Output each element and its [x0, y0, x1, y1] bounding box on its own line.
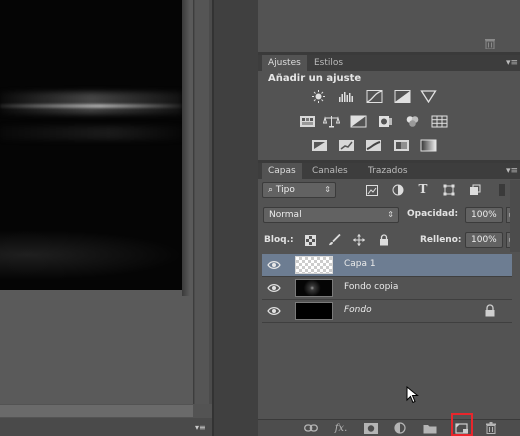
opacity-input[interactable]: 100% — [465, 207, 503, 223]
layer-filter-value: Tipo — [275, 185, 295, 195]
color-balance-icon[interactable] — [323, 115, 340, 128]
threshold-icon[interactable] — [365, 139, 382, 152]
canvas-shadow — [182, 0, 190, 296]
tab-canales[interactable]: Canales — [306, 163, 354, 179]
fill-label: Relleno: — [420, 235, 462, 245]
lock-paint-brush-icon[interactable] — [327, 233, 341, 247]
filter-shape-icon[interactable] — [442, 183, 456, 197]
lock-icon[interactable] — [484, 304, 496, 317]
invert-icon[interactable] — [311, 139, 328, 152]
eye-icon[interactable] — [267, 259, 281, 271]
opacity-value: 100% — [471, 210, 497, 220]
layer-row-fondo-copia[interactable]: Fondo copia — [262, 277, 512, 300]
vibrance-icon[interactable] — [299, 115, 316, 128]
filter-toggle-icon[interactable] — [497, 183, 507, 197]
lock-position-icon[interactable] — [352, 233, 366, 247]
opacity-label: Opacidad: — [407, 209, 459, 219]
posterize-icon[interactable] — [338, 139, 355, 152]
tab-ajustes[interactable]: Ajustes — [262, 55, 307, 71]
gradient-triangle-icon[interactable] — [420, 90, 437, 103]
layers-panel-scrollbar[interactable] — [510, 180, 520, 252]
adjustments-title: Añadir un ajuste — [268, 73, 362, 84]
adjustment-layer-icon[interactable] — [392, 421, 408, 435]
tab-trazados[interactable]: Trazados — [362, 163, 414, 179]
layers-tabbar: Capas Canales Trazados ▾≡ — [258, 163, 520, 179]
vertical-scrollbar-thumb[interactable] — [195, 0, 209, 404]
layer-name[interactable]: Capa 1 — [344, 259, 376, 269]
light-streak-core — [0, 104, 182, 108]
selective-color-icon[interactable] — [393, 139, 410, 152]
fx-icon[interactable]: fx. — [333, 421, 349, 435]
panel-menu-icon[interactable]: ▾≡ — [195, 424, 209, 432]
lock-label: Bloq.: — [264, 235, 294, 245]
blend-mode-value: Normal — [269, 210, 302, 220]
brightness-contrast-icon[interactable] — [310, 90, 327, 103]
layer-name[interactable]: Fondo copia — [344, 282, 398, 292]
dropdown-arrow-icon: ⇕ — [387, 210, 394, 219]
fill-value: 100% — [471, 235, 497, 245]
color-lookup-icon[interactable] — [431, 115, 448, 128]
eye-icon[interactable] — [267, 282, 281, 294]
light-streak-faint — [0, 126, 182, 140]
status-bar — [0, 418, 212, 436]
document-canvas[interactable] — [0, 0, 182, 290]
layer-thumbnail[interactable] — [295, 302, 333, 320]
photo-filter-icon[interactable] — [377, 115, 394, 128]
mouse-cursor-icon — [406, 385, 420, 404]
filter-adjustment-icon[interactable] — [391, 183, 405, 197]
highlight-box — [451, 413, 473, 436]
top-panel — [258, 0, 520, 52]
panel-menu-icon[interactable]: ▾≡ — [506, 55, 518, 71]
filter-smart-object-icon[interactable] — [468, 183, 482, 197]
layer-row-fondo[interactable]: Fondo — [262, 300, 512, 323]
curves-icon[interactable] — [366, 90, 383, 103]
layer-thumbnail[interactable] — [295, 279, 333, 297]
layer-filter-select[interactable]: ⌕ Tipo ⇕ — [262, 182, 336, 198]
tab-estilos[interactable]: Estilos — [308, 55, 349, 71]
light-glow — [0, 230, 182, 280]
search-icon: ⌕ — [268, 185, 276, 195]
folder-icon[interactable] — [422, 421, 438, 435]
channel-mixer-icon[interactable] — [404, 115, 421, 128]
tab-capas[interactable]: Capas — [262, 163, 302, 179]
panel-menu-icon[interactable]: ▾≡ — [506, 163, 518, 179]
trash-icon[interactable] — [484, 38, 496, 50]
horizontal-scrollbar-thumb[interactable] — [0, 405, 193, 417]
mask-icon[interactable] — [363, 421, 379, 435]
layer-thumbnail[interactable] — [295, 256, 333, 274]
layer-name[interactable]: Fondo — [344, 305, 372, 315]
exposure-icon[interactable] — [394, 90, 411, 103]
lock-all-icon[interactable] — [377, 233, 391, 247]
dropdown-arrow-icon: ⇕ — [324, 185, 331, 194]
blend-mode-select[interactable]: Normal ⇕ — [263, 207, 399, 223]
trash-icon[interactable] — [483, 421, 499, 435]
fill-input[interactable]: 100% — [465, 232, 503, 248]
lock-transparent-icon[interactable] — [303, 233, 317, 247]
gradient-map-icon[interactable] — [420, 139, 437, 152]
layer-row-capa-1[interactable]: Capa 1 — [262, 254, 512, 277]
filter-pixel-icon[interactable] — [365, 183, 379, 197]
filter-type-icon[interactable]: T — [416, 182, 430, 196]
layers-bottom-bar — [258, 419, 520, 436]
levels-icon[interactable] — [338, 90, 355, 103]
link-icon[interactable] — [303, 421, 319, 435]
eye-icon[interactable] — [267, 305, 281, 317]
light-streak — [0, 92, 182, 114]
adjustments-tabbar: Ajustes Estilos ▾≡ — [258, 55, 520, 71]
black-white-icon[interactable] — [350, 115, 367, 128]
panel-dock-divider — [212, 0, 258, 436]
